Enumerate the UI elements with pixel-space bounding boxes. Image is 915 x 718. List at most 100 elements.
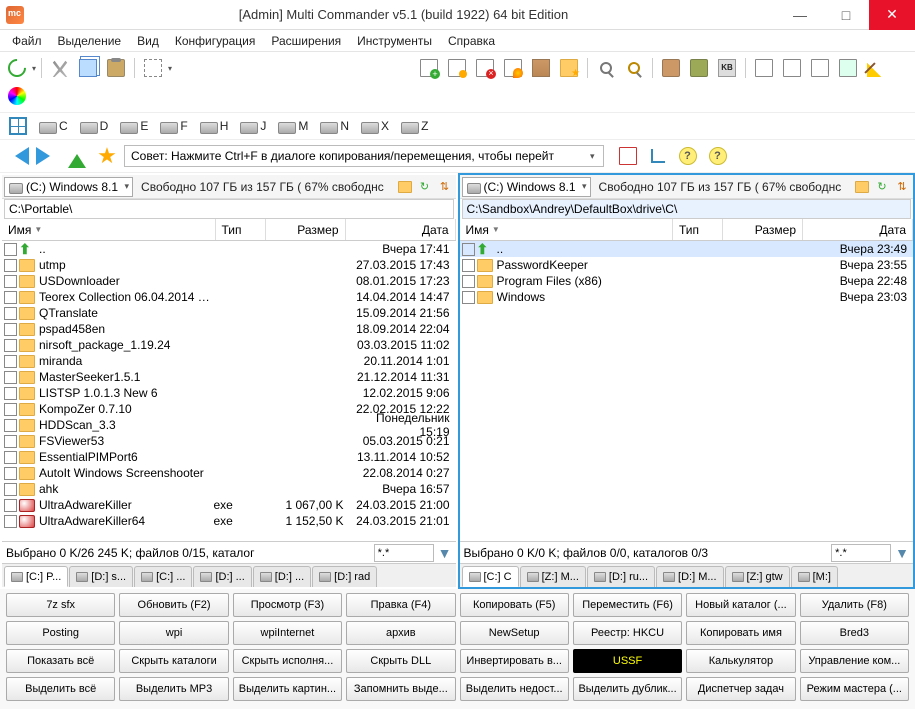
row-checkbox[interactable] xyxy=(462,243,475,256)
function-button[interactable]: USSF xyxy=(573,649,682,673)
file-list[interactable]: ⬆..Вчера 17:41utmp27.03.2015 17:43USDown… xyxy=(2,241,456,541)
drive-f[interactable]: F xyxy=(155,116,192,136)
function-button[interactable]: Диспетчер задач xyxy=(686,677,795,701)
panel-tab[interactable]: [D:] s... xyxy=(69,566,133,587)
file-row[interactable]: WindowsВчера 23:03 xyxy=(460,289,914,305)
path-bar[interactable]: C:\Sandbox\Andrey\DefaultBox\drive\C\ xyxy=(462,199,912,219)
panel-tab[interactable]: [D:] ... xyxy=(253,566,311,587)
drive-n[interactable]: N xyxy=(315,116,354,136)
drive-selector[interactable]: (C:) Windows 8.1 xyxy=(4,177,133,197)
function-button[interactable]: Выделить недост... xyxy=(460,677,569,701)
keyboard-button[interactable]: KB xyxy=(714,55,740,81)
panel-tab[interactable]: [D:] ru... xyxy=(587,566,655,587)
refresh-panel-button[interactable]: ↻ xyxy=(873,178,891,196)
panel-tab[interactable]: [D:] rad xyxy=(312,566,377,587)
function-button[interactable]: Bred3 xyxy=(800,621,909,645)
file-row[interactable]: HDDScan_3.3Понедельник 15:19 xyxy=(2,417,456,433)
function-button[interactable]: Скрыть исполня... xyxy=(233,649,342,673)
menu-справка[interactable]: Справка xyxy=(440,32,503,50)
file-row[interactable]: miranda20.11.2014 1:01 xyxy=(2,353,456,369)
col-date[interactable]: Дата xyxy=(346,219,456,240)
page3-button[interactable] xyxy=(807,55,833,81)
favorites-star-button[interactable]: ★ xyxy=(94,143,120,169)
file-list[interactable]: ⬆..Вчера 23:49PasswordKeeperВчера 23:55P… xyxy=(460,241,914,541)
row-checkbox[interactable] xyxy=(462,259,475,272)
function-button[interactable]: Реестр: HKCU xyxy=(573,621,682,645)
row-checkbox[interactable] xyxy=(4,419,17,432)
file-row[interactable]: nirsoft_package_1.19.2403.03.2015 11:02 xyxy=(2,337,456,353)
dropdown-icon[interactable]: ▾ xyxy=(168,64,172,73)
menu-выделение[interactable]: Выделение xyxy=(50,32,130,50)
row-checkbox[interactable] xyxy=(4,243,17,256)
function-button[interactable]: Выделить дублик... xyxy=(573,677,682,701)
help1-button[interactable]: ? xyxy=(675,143,701,169)
panel-tab[interactable]: [D:] M... xyxy=(656,566,724,587)
copy-button[interactable] xyxy=(75,55,101,81)
col-size[interactable]: Размер xyxy=(266,219,346,240)
drive-x[interactable]: X xyxy=(356,116,394,136)
close-button[interactable]: ✕ xyxy=(869,0,915,30)
drive-z[interactable]: Z xyxy=(396,116,433,136)
col-name[interactable]: Имя▼ xyxy=(2,219,216,240)
folder-button[interactable] xyxy=(396,178,414,196)
function-button[interactable]: Копировать имя xyxy=(686,621,795,645)
function-button[interactable]: Показать всё xyxy=(6,649,115,673)
filter-input[interactable] xyxy=(374,544,434,562)
refresh-button[interactable] xyxy=(4,55,30,81)
row-checkbox[interactable] xyxy=(4,515,17,528)
file-row[interactable]: PasswordKeeperВчера 23:55 xyxy=(460,257,914,273)
row-checkbox[interactable] xyxy=(4,323,17,336)
page1-button[interactable] xyxy=(751,55,777,81)
function-button[interactable]: Скрыть DLL xyxy=(346,649,455,673)
minimize-button[interactable]: — xyxy=(777,0,823,30)
drive-j[interactable]: J xyxy=(235,116,271,136)
function-button[interactable]: Удалить (F8) xyxy=(800,593,909,617)
funnel-icon[interactable]: ▼ xyxy=(438,545,452,561)
file-row[interactable]: pspad458en18.09.2014 22:04 xyxy=(2,321,456,337)
search-button[interactable] xyxy=(593,55,619,81)
paste-button[interactable] xyxy=(103,55,129,81)
folder-button[interactable] xyxy=(853,178,871,196)
function-button[interactable]: Калькулятор xyxy=(686,649,795,673)
file-row[interactable]: ahkВчера 16:57 xyxy=(2,481,456,497)
function-button[interactable]: архив xyxy=(346,621,455,645)
function-button[interactable]: Обновить (F2) xyxy=(119,593,228,617)
file-row[interactable]: UltraAdwareKiller64exe1 152,50 K24.03.20… xyxy=(2,513,456,529)
drive-e[interactable]: E xyxy=(115,116,153,136)
up-button[interactable] xyxy=(64,143,90,169)
menu-вид[interactable]: Вид xyxy=(129,32,167,50)
funnel-icon[interactable]: ▼ xyxy=(895,545,909,561)
function-button[interactable]: wpiInternet xyxy=(233,621,342,645)
edit-file-button[interactable] xyxy=(444,55,470,81)
col-size[interactable]: Размер xyxy=(723,219,803,240)
panel-tab[interactable]: [D:] ... xyxy=(193,566,251,587)
function-button[interactable]: wpi xyxy=(119,621,228,645)
row-checkbox[interactable] xyxy=(462,291,475,304)
file-row[interactable]: AutoIt Windows Screenshooter22.08.2014 0… xyxy=(2,465,456,481)
drive-m[interactable]: M xyxy=(273,116,313,136)
maximize-button[interactable]: □ xyxy=(823,0,869,30)
filter-input[interactable] xyxy=(831,544,891,562)
row-checkbox[interactable] xyxy=(4,259,17,272)
file-row[interactable]: utmp27.03.2015 17:43 xyxy=(2,257,456,273)
panel-tab[interactable]: [C:] C xyxy=(462,566,519,587)
menu-конфигурация[interactable]: Конфигурация xyxy=(167,32,264,50)
refresh-panel-button[interactable]: ↻ xyxy=(416,178,434,196)
function-button[interactable]: Posting xyxy=(6,621,115,645)
function-button[interactable]: Режим мастера (... xyxy=(800,677,909,701)
row-checkbox[interactable] xyxy=(4,307,17,320)
drive-h[interactable]: H xyxy=(195,116,234,136)
row-checkbox[interactable] xyxy=(4,355,17,368)
file-row[interactable]: LISTSP 1.0.1.3 New 612.02.2015 9:06 xyxy=(2,385,456,401)
file-row[interactable]: MasterSeeker1.5.121.12.2014 11:31 xyxy=(2,369,456,385)
file-row[interactable]: QTranslate15.09.2014 21:56 xyxy=(2,305,456,321)
file-row[interactable]: Teorex Collection 06.04.2014 Portabl...1… xyxy=(2,289,456,305)
dropdown-icon[interactable]: ▾ xyxy=(32,64,36,73)
menu-инструменты[interactable]: Инструменты xyxy=(349,32,440,50)
panel-tab[interactable]: [Z:] M... xyxy=(520,566,586,587)
drive-d[interactable]: D xyxy=(75,116,114,136)
file-row[interactable]: USDownloader08.01.2015 17:23 xyxy=(2,273,456,289)
row-checkbox[interactable] xyxy=(4,291,17,304)
forward-button[interactable] xyxy=(34,143,60,169)
menu-файл[interactable]: Файл xyxy=(4,32,50,50)
